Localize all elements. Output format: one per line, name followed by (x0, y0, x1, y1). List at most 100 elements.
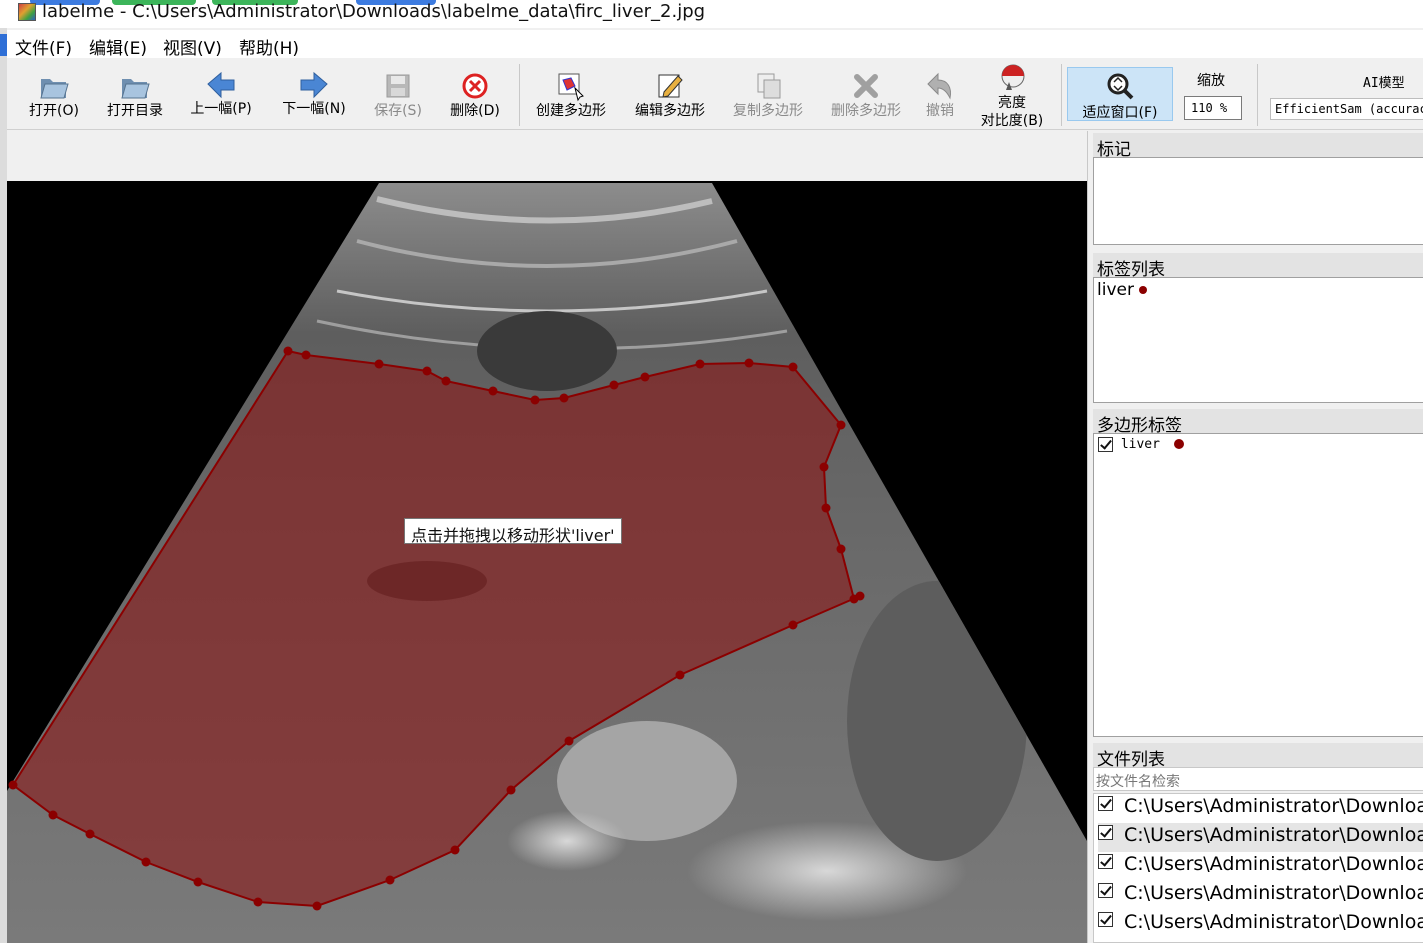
zoom-spinbox[interactable]: 110 % (1184, 96, 1242, 120)
ai-model-select[interactable]: EfficientSam (accuracy) (1270, 98, 1423, 120)
copy-polygon-button[interactable]: 复制多边形 (723, 60, 813, 130)
polygon-vertex-handle[interactable] (855, 591, 865, 601)
delete-polygon-label: 删除多边形 (831, 103, 901, 119)
polygon-vertex-handle[interactable] (821, 503, 831, 513)
delete-file-label: 删除(D) (450, 103, 500, 119)
polygon-vertex-handle[interactable] (788, 362, 798, 372)
canvas-area: 点击并拖拽以移动形状'liver' (7, 131, 1087, 943)
save-disk-icon (386, 74, 410, 98)
move-shape-tooltip: 点击并拖拽以移动形状'liver' (404, 518, 622, 545)
labelme-app-icon (18, 3, 36, 21)
polygon-vertex-handle[interactable] (450, 845, 460, 855)
menu-view[interactable]: 视图(V) (163, 34, 222, 59)
file-checkbox[interactable] (1098, 854, 1113, 869)
polygon-vertex-handle[interactable] (530, 395, 540, 405)
copy-icon (757, 73, 781, 99)
file-path: C:\Users\Administrator\Downloads\labelme… (1124, 824, 1423, 846)
polygon-vertex-handle[interactable] (564, 736, 574, 746)
polygon-vertex-handle[interactable] (788, 620, 798, 630)
polygon-vertex-handle[interactable] (48, 810, 58, 820)
file-checkbox[interactable] (1098, 883, 1113, 898)
file-checkbox[interactable] (1098, 825, 1113, 840)
brightness-contrast-button[interactable]: 亮度 对比度(B) (969, 60, 1055, 130)
brightness-label: 亮度 (998, 95, 1026, 111)
undo-button[interactable]: 撤销 (917, 60, 963, 130)
open-label: 打开(O) (29, 103, 79, 119)
save-button[interactable]: 保存(S) (365, 60, 431, 130)
open-dir-button[interactable]: 打开目录 (97, 60, 173, 130)
file-list-item[interactable]: C:\Users\Administrator\Downloads\labelme… (1098, 881, 1423, 910)
zoom-label: 缩放 (1197, 73, 1225, 89)
polygon-vertex-handle[interactable] (488, 386, 498, 396)
menu-file[interactable]: 文件(F) (15, 34, 72, 59)
polygon-color-dot (1173, 439, 1184, 449)
polygon-vertex-handle[interactable] (695, 359, 705, 369)
polygon-vertex-handle[interactable] (559, 393, 569, 403)
edit-polygon-button[interactable]: 编辑多边形 (625, 60, 715, 130)
polygon-vertex-handle[interactable] (385, 875, 395, 885)
polygon-vertex-handle[interactable] (744, 358, 754, 368)
polygon-vertex-handle[interactable] (253, 897, 263, 907)
polygon-vertex-handle[interactable] (193, 877, 203, 887)
left-edge-tab[interactable] (0, 34, 7, 56)
fit-window-button[interactable]: 适应窗口(F) (1067, 67, 1173, 121)
file-list-item[interactable]: C:\Users\Administrator\Downloads\labelme… (1098, 852, 1423, 881)
polygon-vertex-handle[interactable] (141, 857, 151, 867)
file-list-item[interactable]: C:\Users\Administrator\Downloads\labelme… (1098, 794, 1423, 823)
undo-label: 撤销 (926, 103, 954, 119)
polygon-vertex-handle[interactable] (640, 372, 650, 382)
right-dock-panels: 标记 标签列表 liver 多边形标签 liver 文件列表 按文件名检索 C:… (1087, 131, 1423, 943)
prev-image-button[interactable]: 上一幅(P) (181, 60, 261, 130)
flags-list[interactable] (1093, 157, 1423, 245)
contrast-label: 对比度(B) (980, 113, 1044, 129)
menu-help[interactable]: 帮助(H) (239, 34, 299, 59)
save-label: 保存(S) (374, 103, 422, 119)
label-color-dot (1139, 286, 1148, 294)
polygon-vertex-handle[interactable] (301, 350, 311, 360)
delete-file-button[interactable]: 删除(D) (441, 60, 509, 130)
polygon-label-text: liver (1120, 437, 1160, 452)
polygon-vertex-handle[interactable] (85, 829, 95, 839)
image-canvas[interactable]: 点击并拖拽以移动形状'liver' (7, 181, 1087, 943)
polygon-vertex-handle[interactable] (609, 380, 619, 390)
polygon-visibility-checkbox[interactable] (1098, 437, 1113, 452)
polygon-vertex-handle[interactable] (374, 359, 384, 369)
open-button[interactable]: 打开(O) (19, 60, 89, 130)
file-list-dock-title: 文件列表 (1093, 743, 1423, 770)
toolbar-separator (1257, 64, 1258, 126)
fit-window-label: 适应窗口(F) (1082, 105, 1158, 121)
file-list-item-selected[interactable]: C:\Users\Administrator\Downloads\labelme… (1098, 823, 1423, 852)
polygon-vertex-handle[interactable] (836, 420, 846, 430)
polygon-vertex-handle[interactable] (312, 901, 322, 911)
ultrasound-image (7, 183, 1087, 943)
polygon-vertex-handle[interactable] (675, 670, 685, 680)
ai-model-label: AI模型 (1363, 76, 1405, 91)
polygon-labels-dock-title: 多边形标签 (1093, 409, 1423, 436)
file-checkbox[interactable] (1098, 912, 1113, 927)
polygon-vertex-handle[interactable] (422, 366, 432, 376)
menu-bar: 文件(F) 编辑(E) 视图(V) 帮助(H) (7, 30, 1423, 59)
file-search-input[interactable]: 按文件名检索 (1093, 767, 1423, 791)
polygon-vertex-handle[interactable] (8, 780, 18, 790)
label-list-item[interactable]: liver (1097, 280, 1148, 300)
folder-open-icon (121, 79, 150, 99)
polygon-vertex-handle[interactable] (283, 346, 293, 356)
file-checkbox[interactable] (1098, 796, 1113, 811)
toolbar: 打开(O) 打开目录 上一幅(P) 下一幅(N) 保存(S) 删除(D) 创建多… (7, 60, 1423, 130)
delete-x-icon (854, 74, 878, 98)
polygon-vertex-handle[interactable] (506, 785, 516, 795)
polygon-labels-list[interactable]: liver (1093, 433, 1423, 737)
edit-polygon-label: 编辑多边形 (635, 103, 705, 119)
left-edge-strip (0, 28, 7, 943)
polygon-label-item[interactable]: liver (1098, 437, 1184, 452)
polygon-vertex-handle[interactable] (441, 376, 451, 386)
polygon-vertex-handle[interactable] (819, 462, 829, 472)
file-list-item[interactable]: C:\Users\Administrator\Downloads\labelme… (1098, 910, 1423, 939)
label-list[interactable]: liver (1093, 277, 1423, 403)
polygon-vertex-handle[interactable] (836, 544, 846, 554)
create-polygon-button[interactable]: 创建多边形 (527, 60, 615, 130)
file-list[interactable]: C:\Users\Administrator\Downloads\labelme… (1093, 793, 1423, 943)
delete-polygon-button[interactable]: 删除多边形 (821, 60, 911, 130)
next-image-button[interactable]: 下一幅(N) (271, 60, 357, 130)
menu-edit[interactable]: 编辑(E) (89, 34, 147, 59)
